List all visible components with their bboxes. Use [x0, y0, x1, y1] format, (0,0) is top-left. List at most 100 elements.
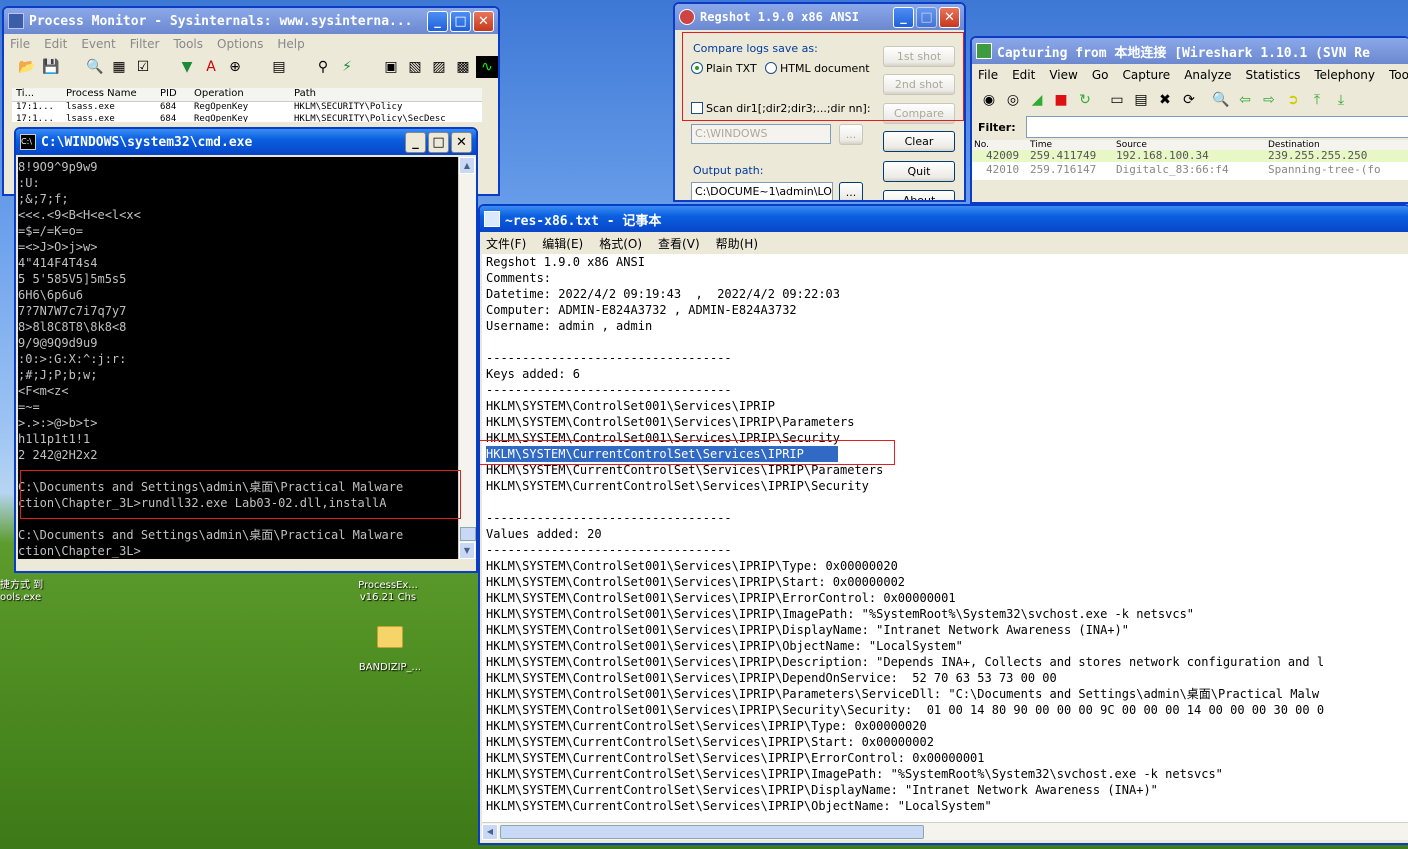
- wireshark-titlebar[interactable]: Capturing from 本地连接 [Wireshark 1.10.1 (S…: [972, 38, 1408, 64]
- menu-help[interactable]: Help: [277, 37, 304, 51]
- filter-input[interactable]: [1026, 116, 1408, 138]
- scroll-up-arrow[interactable]: ▲: [459, 157, 475, 174]
- clear-icon[interactable]: ▦: [108, 56, 130, 78]
- menu-capture[interactable]: Capture: [1122, 68, 1170, 82]
- regshot-window[interactable]: Regshot 1.9.0 x86 ANSI _ □ ✕ Compare log…: [673, 2, 966, 202]
- cmd-window[interactable]: C:\ C:\WINDOWS\system32\cmd.exe _ □ ✕ 8!…: [14, 127, 478, 573]
- quit-button[interactable]: Quit: [883, 161, 955, 182]
- about-button[interactable]: About: [883, 190, 955, 200]
- column-header[interactable]: PID: [160, 88, 194, 101]
- scroll-thumb[interactable]: [460, 527, 476, 541]
- jump-to-icon[interactable]: ⚡: [336, 56, 358, 78]
- first-packet-icon[interactable]: ⤒: [1306, 89, 1328, 111]
- wireshark-window[interactable]: Capturing from 本地连接 [Wireshark 1.10.1 (S…: [970, 36, 1408, 204]
- menu-filter[interactable]: Filter: [130, 37, 160, 51]
- desktop-icon-bandizip[interactable]: BANDIZIP_...: [350, 626, 430, 674]
- menu-file[interactable]: File: [10, 37, 30, 51]
- filter-icon[interactable]: ▼: [176, 56, 198, 78]
- maximize-button[interactable]: □: [428, 131, 449, 153]
- close-file-icon[interactable]: ✖: [1154, 89, 1176, 111]
- horizontal-scrollbar[interactable]: ◀: [482, 822, 1408, 840]
- menu-tools[interactable]: Tools: [173, 37, 203, 51]
- menu-statistics[interactable]: Statistics: [1245, 68, 1300, 82]
- network-icon[interactable]: ▨: [428, 56, 450, 78]
- options-icon[interactable]: ◎: [1002, 89, 1024, 111]
- notepad-text-area[interactable]: Regshot 1.9.0 x86 ANSI Comments: Datetime:…: [482, 254, 1408, 822]
- open-icon[interactable]: 📂: [16, 56, 38, 78]
- close-button[interactable]: ✕: [939, 6, 960, 28]
- column-header[interactable]: Path: [294, 88, 482, 101]
- packet-row[interactable]: 42010 259.716147 Digitalc_83:66:f4 Spann…: [972, 162, 1408, 178]
- desktop-icon-processexplorer[interactable]: ProcessEx... v16.21 Chs: [348, 580, 428, 604]
- last-packet-icon[interactable]: ⤓: [1330, 89, 1352, 111]
- scroll-down-arrow[interactable]: ▼: [459, 542, 475, 559]
- open-file-icon[interactable]: ▭: [1106, 89, 1128, 111]
- back-icon[interactable]: ⇦: [1234, 89, 1256, 111]
- column-header[interactable]: Process Name: [52, 88, 160, 101]
- cmd-titlebar[interactable]: C:\ C:\WINDOWS\system32\cmd.exe _ □ ✕: [16, 129, 476, 155]
- menu-analyze[interactable]: Analyze: [1184, 68, 1231, 82]
- stop-capture-icon[interactable]: ■: [1050, 89, 1072, 111]
- menu-options[interactable]: Options: [217, 37, 263, 51]
- jump-icon[interactable]: ▤: [268, 56, 290, 78]
- scan-dir-input[interactable]: C:\WINDOWS: [691, 124, 831, 144]
- column-header[interactable]: Operation: [194, 88, 294, 101]
- target-icon[interactable]: ⊕: [224, 56, 246, 78]
- goto-packet-icon[interactable]: ➲: [1282, 89, 1304, 111]
- interfaces-icon[interactable]: ◉: [978, 89, 1000, 111]
- menu-edit[interactable]: Edit: [1012, 68, 1035, 82]
- scroll-left-arrow[interactable]: ◀: [482, 823, 498, 840]
- cell-operation: RegOpenKey: [194, 114, 249, 122]
- profiling-icon[interactable]: ∿: [476, 56, 498, 78]
- autoscroll-icon[interactable]: ☑: [132, 56, 154, 78]
- desktop-icon-label: 捷方式 到: [0, 580, 44, 591]
- clear-button[interactable]: Clear: [883, 131, 955, 152]
- menu-edit[interactable]: 编辑(E): [542, 235, 583, 252]
- menu-format[interactable]: 格式(O): [599, 235, 642, 252]
- menu-edit[interactable]: Edit: [44, 37, 67, 51]
- text-line-content: Regshot 1.9.0 x86 ANSI: [486, 255, 645, 269]
- filesystem-icon[interactable]: ▧: [404, 56, 426, 78]
- start-capture-icon[interactable]: ◢: [1026, 89, 1048, 111]
- scroll-thumb[interactable]: [500, 824, 924, 839]
- registry-icon[interactable]: ▣: [380, 56, 402, 78]
- output-path-input[interactable]: C:\DOCUME~1\admin\LOCA: [691, 182, 833, 200]
- menu-telephony[interactable]: Telephony: [1314, 68, 1375, 82]
- binoculars-icon[interactable]: ⚲: [312, 56, 334, 78]
- menu-tools[interactable]: Tools: [1389, 68, 1408, 82]
- forward-icon[interactable]: ⇨: [1258, 89, 1280, 111]
- minimize-button[interactable]: _: [427, 10, 448, 32]
- highlight-icon[interactable]: A: [200, 56, 222, 78]
- process-icon[interactable]: ▩: [452, 56, 474, 78]
- notepad-window[interactable]: ~res-x86.txt - 记事本 文件(F) 编辑(E) 格式(O) 查看(…: [478, 204, 1408, 845]
- save-icon[interactable]: 💾: [40, 56, 62, 78]
- reload-icon[interactable]: ⟳: [1178, 89, 1200, 111]
- menu-view[interactable]: 查看(V): [658, 235, 700, 252]
- minimize-button[interactable]: _: [893, 6, 914, 28]
- regshot-titlebar[interactable]: Regshot 1.9.0 x86 ANSI _ □ ✕: [675, 4, 964, 30]
- menu-file[interactable]: 文件(F): [486, 235, 526, 252]
- table-row[interactable]: 17:1... lsass.exe 684 RegOpenKey HKLM\SE…: [12, 102, 482, 114]
- procmon-titlebar[interactable]: Process Monitor - Sysinternals: www.sysi…: [4, 8, 498, 34]
- console-line: 8!9O9^9p9w9: [18, 160, 98, 174]
- close-button[interactable]: ✕: [451, 131, 472, 153]
- find-icon[interactable]: 🔍: [84, 56, 106, 78]
- desktop-icon-shortcut[interactable]: 捷方式 到 ools.exe: [0, 580, 60, 604]
- menu-file[interactable]: File: [978, 68, 998, 82]
- menu-event[interactable]: Event: [81, 37, 115, 51]
- menu-help[interactable]: 帮助(H): [716, 235, 758, 252]
- close-button[interactable]: ✕: [473, 10, 494, 32]
- minimize-button[interactable]: _: [405, 131, 426, 153]
- restart-capture-icon[interactable]: ↻: [1074, 89, 1096, 111]
- column-header[interactable]: Ti...: [12, 88, 52, 101]
- notepad-titlebar[interactable]: ~res-x86.txt - 记事本: [480, 206, 1408, 232]
- maximize-button[interactable]: □: [450, 10, 471, 32]
- output-browse-button[interactable]: ...: [839, 182, 863, 200]
- table-row[interactable]: 17:1... lsass.exe 684 RegOpenKey HKLM\SE…: [12, 114, 482, 122]
- menu-view[interactable]: View: [1049, 68, 1077, 82]
- save-file-icon[interactable]: ▤: [1130, 89, 1152, 111]
- packet-row[interactable]: 42009 259.411749 192.168.100.34 239.255.…: [972, 150, 1408, 162]
- text-line: ----------------------------------: [486, 542, 1408, 558]
- menu-go[interactable]: Go: [1092, 68, 1109, 82]
- find-packet-icon[interactable]: 🔍: [1210, 89, 1232, 111]
